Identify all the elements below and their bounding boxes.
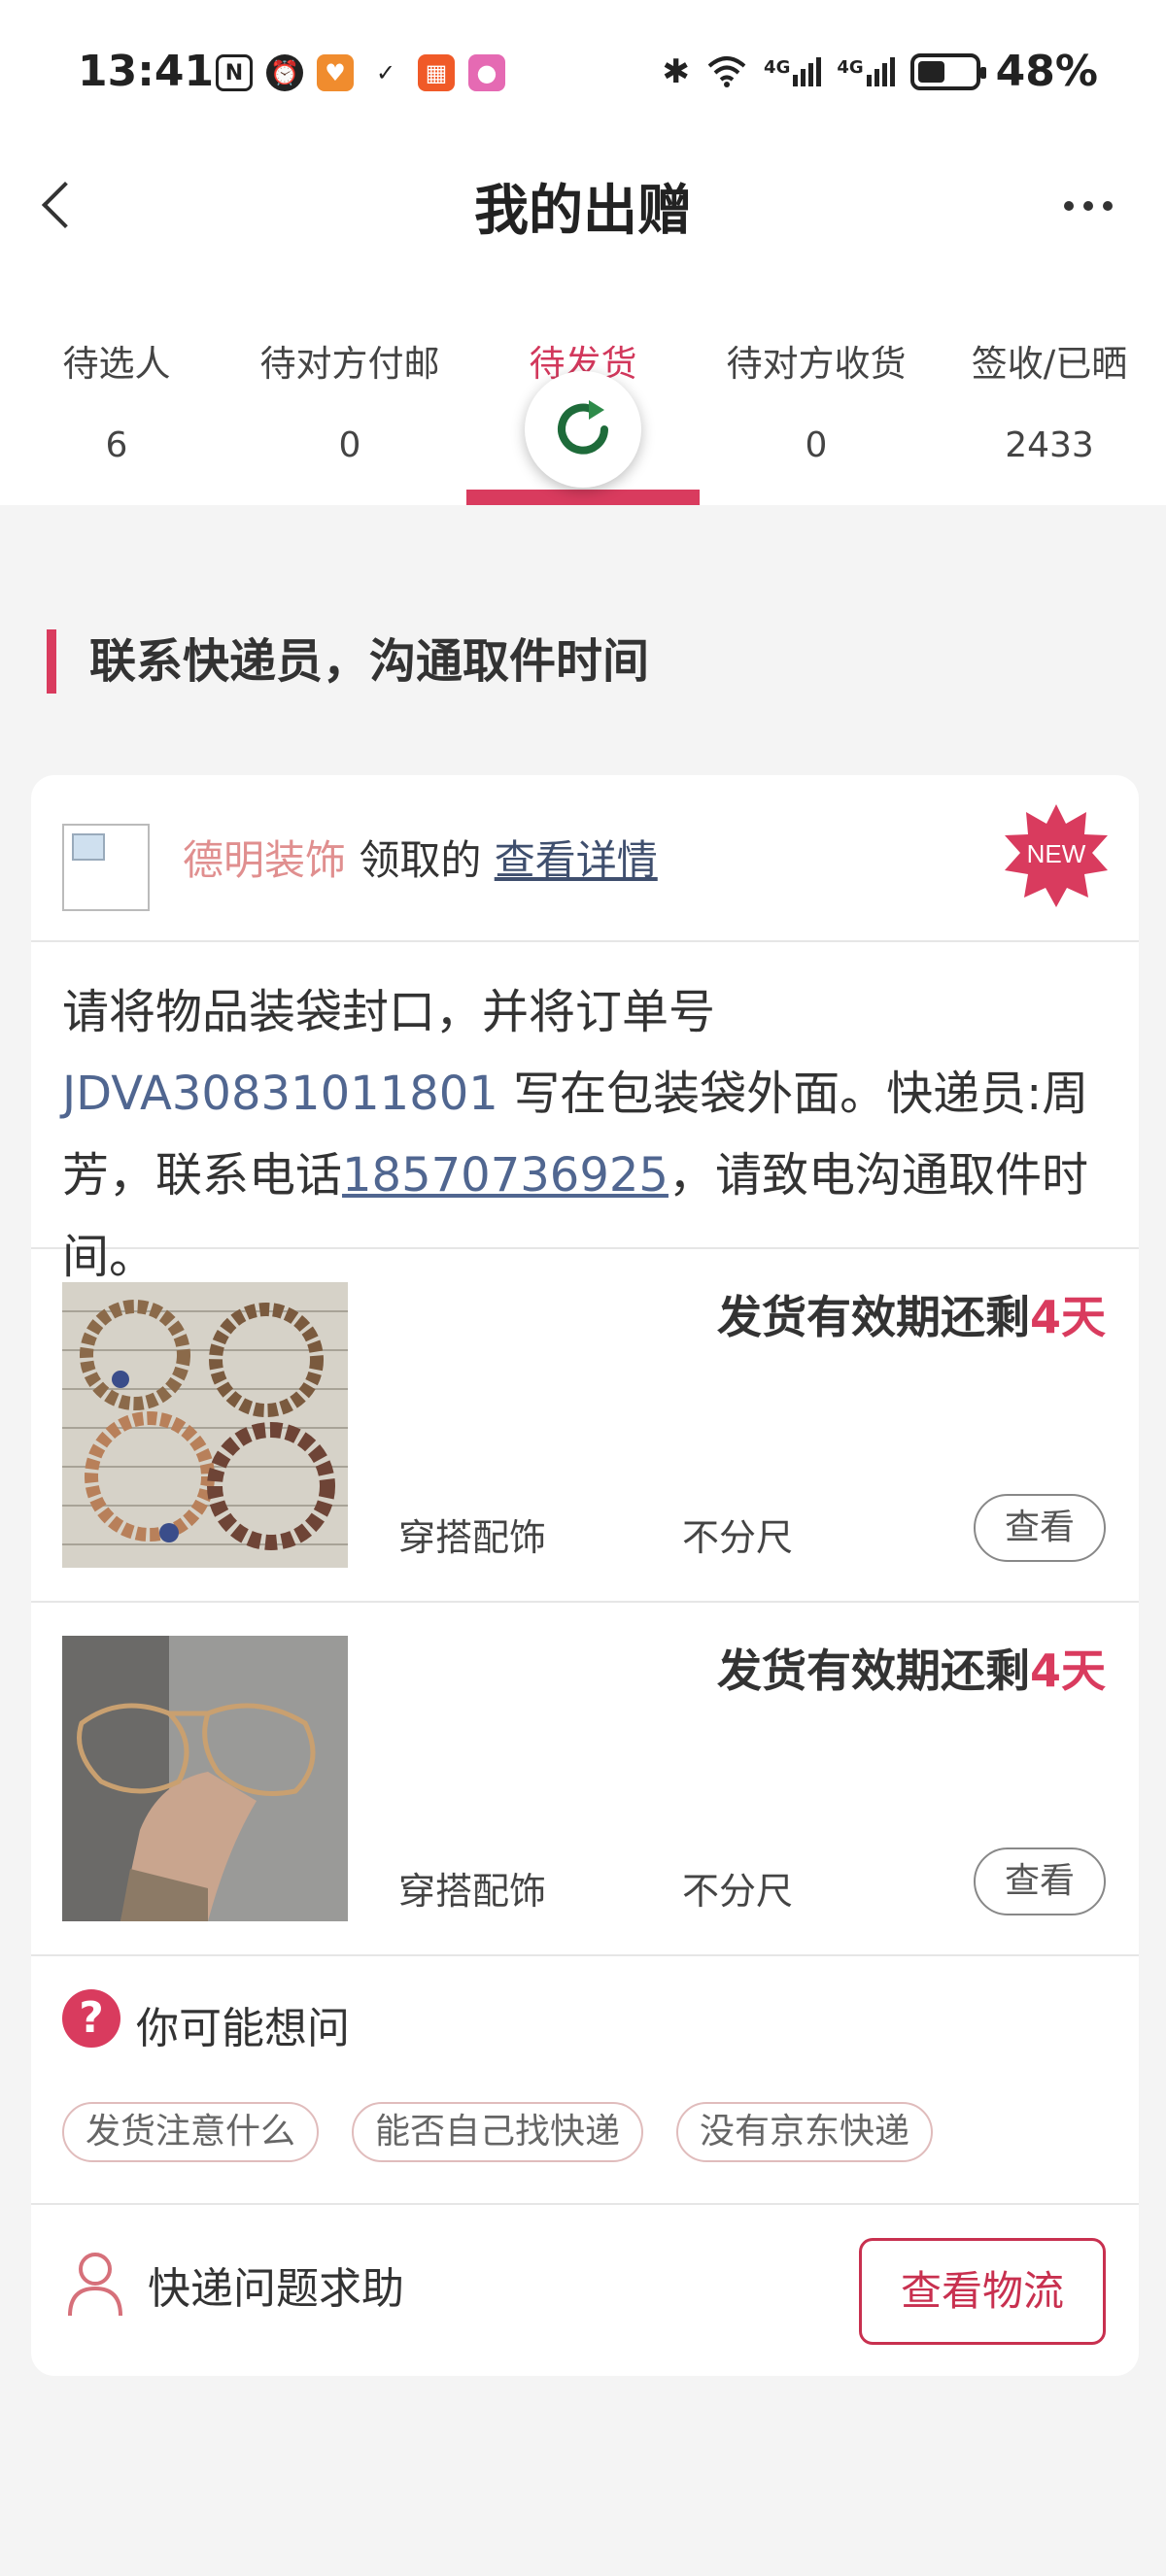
view-item-button[interactable]: 查看 [974, 1494, 1106, 1562]
receiver-row: 德明装饰 领取的 查看详情 NEW [31, 775, 1139, 942]
faq-tag[interactable]: 没有京东快递 [676, 2102, 934, 2162]
courier-phone-link[interactable]: 18570736925 [342, 1148, 669, 1203]
item-image-glasses [62, 1636, 348, 1921]
tab-count: 2433 [1005, 425, 1094, 465]
more-button[interactable] [1049, 177, 1127, 235]
item-size: 不分尺 [682, 1870, 794, 1913]
receiver-suffix: 领取的 [346, 836, 495, 884]
order-number: JDVA30831011801 [62, 1067, 498, 1121]
item-image-bracelets [62, 1282, 348, 1568]
refresh-icon [558, 400, 608, 455]
footer-row: 快递问题求助 查看物流 [31, 2205, 1139, 2376]
battery-icon [909, 52, 986, 90]
faq-tag[interactable]: 发货注意什么 [62, 2102, 320, 2162]
app-link-icon: ✓ [375, 59, 396, 86]
item-category: 穿搭配饰 [398, 1870, 547, 1913]
battery-percent: 48% [995, 47, 1098, 96]
nfc-icon: N [216, 54, 253, 91]
item-size: 不分尺 [682, 1516, 794, 1559]
tab-label: 待对方付邮 [259, 343, 440, 385]
status-right: ✱ 4G 4G 48% [663, 47, 1098, 96]
tab-label: 待选人 [62, 343, 171, 385]
faq-section: ? 你可能想问 发货注意什么 能否自己找快递 没有京东快递 [31, 1956, 1139, 2205]
instruction-text: 请将物品装袋封口，并将订单号 JDVA30831011801 写在包装袋外面。快… [31, 942, 1139, 1284]
svg-text:NEW: NEW [1027, 839, 1086, 868]
view-item-button[interactable]: 查看 [974, 1847, 1106, 1915]
app-camera-icon: ● [468, 54, 505, 91]
tab-count: 0 [805, 425, 828, 465]
item-row[interactable]: 发货有效期还剩4天 穿搭配饰 不分尺 查看 [31, 1249, 1139, 1603]
order-card: 德明装饰 领取的 查看详情 NEW 请将物品装袋封口，并将订单号 JDVA308… [31, 775, 1139, 2376]
more-dots-icon [1064, 201, 1074, 211]
page-title: 我的出赠 [474, 180, 692, 243]
tab-signed[interactable]: 签收/已晒 2433 [933, 321, 1166, 505]
user-icon[interactable] [66, 2250, 124, 2318]
receiver-text: 德明装饰 领取的 查看详情 [183, 828, 658, 887]
receiver-avatar [62, 824, 150, 911]
item-row[interactable]: 发货有效期还剩4天 穿搭配饰 不分尺 查看 [31, 1603, 1139, 1956]
faq-tags: 发货注意什么 能否自己找快递 没有京东快递 [62, 2102, 934, 2162]
signal-2-icon: 4G [837, 56, 895, 86]
question-icon: ? [62, 1989, 120, 2048]
tab-label: 签收/已晒 [971, 343, 1128, 385]
section-title: 联系快递员，沟通取件时间 [47, 629, 649, 694]
wifi-icon [707, 55, 746, 87]
status-bar: 13:41 N ⏰ ♥ ✓ ▦ ● ✱ 4G 4G 48% [0, 0, 1166, 146]
app-shield-icon: ♥ [317, 54, 354, 91]
new-badge: NEW [1005, 804, 1108, 907]
tab-count: 0 [338, 425, 361, 465]
tab-label: 待对方收货 [726, 343, 907, 385]
deadline-days: 4天 [1029, 1291, 1106, 1343]
tab-pending-select[interactable]: 待选人 6 [0, 321, 233, 505]
alarm-icon: ⏰ [266, 54, 303, 91]
view-logistics-button[interactable]: 查看物流 [859, 2238, 1106, 2345]
faq-title: 你可能想问 [136, 2004, 350, 2053]
bluetooth-icon: ✱ [662, 51, 691, 91]
tab-count: 6 [105, 425, 128, 465]
courier-help-link[interactable]: 快递问题求助 [148, 2254, 404, 2316]
ship-deadline: 发货有效期还剩4天 [716, 1644, 1106, 1697]
refresh-spinner [525, 371, 641, 488]
signal-1-icon: 4G [764, 56, 822, 86]
status-time: 13:41 [78, 47, 215, 96]
deadline-days: 4天 [1029, 1644, 1106, 1697]
item-category: 穿搭配饰 [398, 1516, 547, 1559]
faq-tag[interactable]: 能否自己找快递 [352, 2102, 644, 2162]
tab-pending-receive[interactable]: 待对方收货 0 [700, 321, 933, 505]
app-store-icon: ▦ [418, 54, 455, 91]
ship-deadline: 发货有效期还剩4天 [716, 1291, 1106, 1343]
view-detail-link[interactable]: 查看详情 [495, 836, 658, 884]
status-left-icons: N ⏰ ♥ ✓ ▦ ● [216, 54, 505, 91]
tab-pending-postage[interactable]: 待对方付邮 0 [233, 321, 466, 505]
receiver-name[interactable]: 德明装饰 [183, 836, 346, 884]
nav-bar: 我的出赠 [0, 146, 1166, 262]
active-tab-indicator [466, 490, 700, 505]
